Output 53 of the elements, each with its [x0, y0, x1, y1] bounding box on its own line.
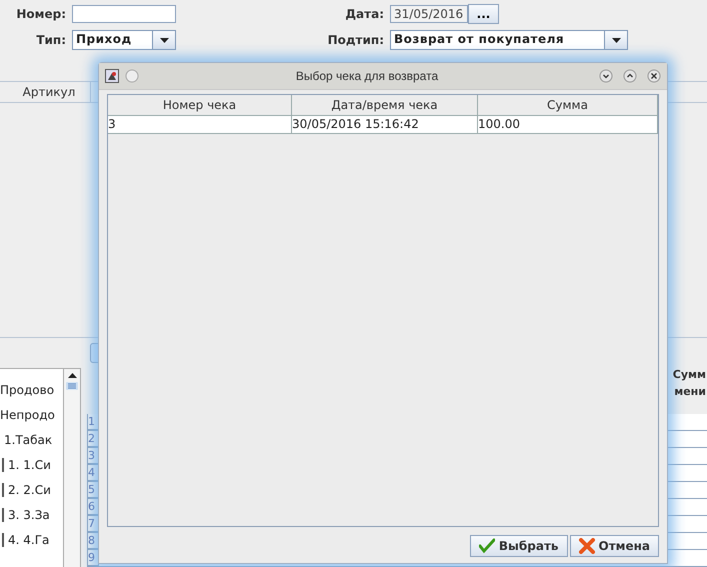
tree-item[interactable]: Непродо	[0, 408, 55, 422]
cross-icon	[578, 538, 594, 554]
row-number: 1	[87, 414, 99, 430]
tree-line-icon	[2, 482, 4, 496]
column-header[interactable]: Номер чека	[108, 95, 292, 115]
column-header[interactable]: Сумм	[672, 368, 707, 385]
tree-line-icon	[2, 508, 4, 522]
field-label: Дата:	[344, 7, 385, 21]
field-label: Подтип:	[326, 33, 385, 47]
column-header[interactable]: мени	[674, 385, 707, 402]
column-header[interactable]: Сумма	[478, 95, 658, 115]
tree-item[interactable]: 4. 4.Га	[8, 532, 50, 546]
app-icon	[105, 69, 119, 83]
close-icon	[647, 69, 661, 83]
row-number: 6	[87, 499, 99, 515]
tree-item[interactable]: 1. 1.Си	[8, 458, 51, 472]
checkmark-icon	[478, 538, 495, 554]
column-header[interactable]: Артикул	[8, 82, 91, 102]
tree-item[interactable]: Продово	[0, 382, 54, 396]
tree-item[interactable]: 2. 2.Си	[8, 482, 51, 496]
circle-button-icon	[125, 69, 139, 83]
tree-line-icon	[2, 458, 4, 472]
window-title: Выбор чека для возврата	[294, 69, 440, 83]
type-dropdown[interactable]: Приход	[72, 30, 176, 50]
row-number: 9	[87, 550, 99, 566]
scroll-thumb-grip-icon	[66, 382, 78, 390]
maximize-icon	[623, 69, 637, 83]
date-picker-button[interactable]: ...	[468, 4, 499, 24]
row-number: 5	[87, 482, 99, 498]
tree-line-icon	[2, 532, 4, 546]
row-number: 2	[87, 431, 99, 447]
table-cell[interactable]: 30/05/2016 15:16:42	[292, 116, 478, 133]
scrollbar[interactable]	[63, 369, 80, 567]
table-cell[interactable]: 100.00	[478, 116, 658, 133]
select-button[interactable]: Выбрать	[470, 535, 568, 557]
minimize-icon	[599, 69, 613, 83]
dropdown-arrow-icon	[612, 38, 620, 42]
dropdown-arrow-icon	[160, 38, 168, 42]
tree-item[interactable]: 3. 3.За	[8, 508, 50, 522]
cancel-button[interactable]: Отмена	[570, 535, 659, 557]
field-label: Тип:	[35, 33, 67, 47]
row-number: 7	[87, 516, 99, 532]
date-field[interactable]: 31/05/2016	[390, 5, 468, 23]
column-header[interactable]: Дата/время чека	[292, 95, 478, 115]
row-number: 8	[87, 533, 99, 549]
scroll-up-arrow-icon	[68, 373, 76, 378]
field-label: Номер:	[15, 7, 67, 21]
subtype-dropdown[interactable]: Возврат от покупателя	[390, 30, 628, 50]
number-field[interactable]	[72, 5, 176, 23]
table-cell[interactable]: 3	[108, 116, 292, 133]
row-number: 3	[87, 448, 99, 464]
tree-item[interactable]: 1.Табак	[4, 432, 52, 446]
row-number: 4	[87, 465, 99, 481]
